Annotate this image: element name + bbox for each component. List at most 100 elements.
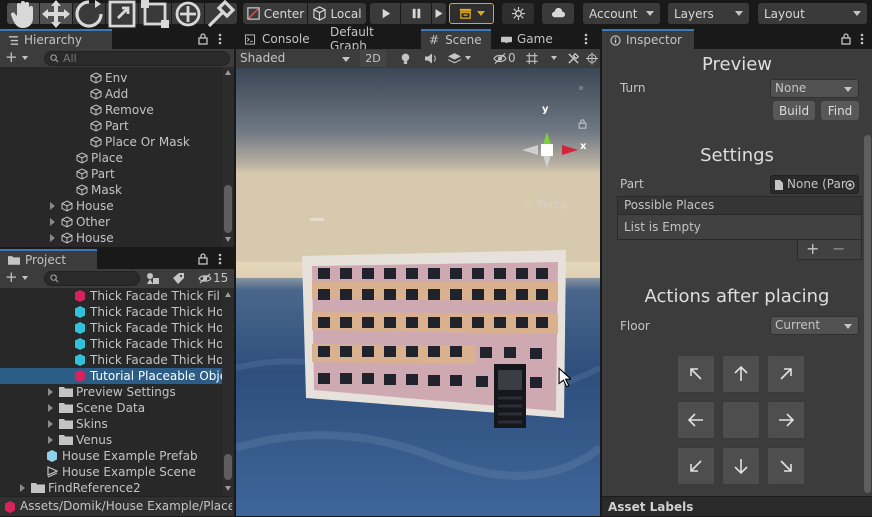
project-item[interactable]: Thick Facade Thick Ho: [74, 304, 222, 320]
tree-item[interactable]: Other: [50, 214, 110, 230]
tree-item[interactable]: Mask: [76, 182, 122, 198]
expand-arrow-icon[interactable]: [48, 420, 53, 428]
lock-icon[interactable]: [841, 33, 851, 45]
build-button[interactable]: Build: [773, 101, 815, 120]
expand-arrow-icon[interactable]: [50, 202, 55, 210]
floor-dropdown[interactable]: Current: [770, 316, 859, 335]
move-left-button[interactable]: [677, 401, 715, 439]
project-item[interactable]: Thick Facade Thick Fil: [74, 288, 220, 304]
lock-icon[interactable]: [198, 33, 208, 45]
project-item[interactable]: Thick Facade Thick Ho: [74, 336, 222, 352]
tree-item[interactable]: Add: [90, 86, 128, 102]
custom-tool-icon[interactable]: [205, 0, 237, 27]
layers-dropdown[interactable]: Layers: [668, 3, 749, 24]
asset-labels-bar[interactable]: Asset Labels: [602, 496, 872, 516]
move-down-button[interactable]: [722, 447, 760, 485]
project-folder[interactable]: FindReference2: [20, 480, 141, 496]
tree-item[interactable]: House: [50, 198, 114, 214]
inspector-scrollbar[interactable]: [862, 69, 872, 494]
remove-element-button[interactable]: −: [832, 240, 845, 258]
hidden-objects-icon[interactable]: [493, 52, 507, 65]
more-menu-icon[interactable]: [584, 33, 588, 45]
part-object-field[interactable]: None (Par: [770, 175, 859, 194]
move-down-left-button[interactable]: [677, 447, 715, 485]
move-down-right-button[interactable]: [767, 447, 805, 485]
move-up-right-button[interactable]: [767, 355, 805, 393]
add-element-button[interactable]: +: [806, 240, 819, 258]
cloud-button[interactable]: [542, 3, 574, 24]
project-item[interactable]: Thick Facade Thick Ho: [74, 352, 222, 368]
chevron-down-icon[interactable]: [465, 56, 471, 60]
lock-icon[interactable]: [198, 253, 208, 265]
pivot-local-button[interactable]: Local: [308, 3, 366, 24]
turn-dropdown[interactable]: None: [770, 79, 859, 98]
rotate-tool-icon[interactable]: [73, 0, 105, 28]
find-button[interactable]: Find: [821, 101, 859, 120]
project-scrollbar[interactable]: [222, 288, 234, 496]
tab-hierarchy[interactable]: Hierarchy: [0, 29, 112, 49]
project-item[interactable]: Thick Facade Thick Ho: [74, 320, 222, 336]
layout-dropdown[interactable]: Layout: [758, 3, 867, 24]
effects-icon[interactable]: [447, 52, 462, 65]
scroll-thumb[interactable]: [224, 185, 232, 233]
center-button[interactable]: [722, 401, 760, 439]
move-up-left-button[interactable]: [677, 355, 715, 393]
filter-by-label-icon[interactable]: [172, 272, 185, 285]
rect-tool-icon[interactable]: [139, 0, 171, 28]
project-folder[interactable]: Preview Settings: [48, 384, 176, 400]
expand-arrow-icon[interactable]: [50, 234, 55, 242]
project-folder[interactable]: Scene Data: [48, 400, 145, 416]
more-menu-icon[interactable]: [860, 33, 864, 45]
project-folder[interactable]: Venus: [48, 432, 112, 448]
tab-inspector[interactable]: Inspector: [602, 29, 694, 49]
tree-item[interactable]: Place Or Mask: [90, 134, 190, 150]
project-item[interactable]: House Example Prefab: [46, 448, 198, 464]
tree-item[interactable]: Part: [90, 118, 129, 134]
gizmo-lock-icon[interactable]: [578, 119, 587, 129]
hand-tool-icon[interactable]: [7, 0, 39, 28]
transform-tool-icon[interactable]: [172, 1, 204, 26]
project-search-input[interactable]: [44, 271, 140, 286]
audio-icon[interactable]: [424, 52, 438, 65]
tree-item[interactable]: Remove: [90, 102, 154, 118]
tree-item[interactable]: House: [50, 230, 114, 246]
scroll-down-icon[interactable]: [225, 237, 231, 242]
tree-item[interactable]: Part: [76, 166, 115, 182]
pivot-center-button[interactable]: Center: [243, 3, 307, 24]
tab-project[interactable]: Project: [0, 249, 97, 269]
hidden-packages-icon[interactable]: [198, 273, 212, 284]
hierarchy-search-input[interactable]: All: [44, 51, 230, 66]
hierarchy-scrollbar[interactable]: [222, 67, 234, 247]
scroll-up-icon[interactable]: [225, 70, 231, 75]
scale-tool-icon[interactable]: [106, 0, 138, 27]
move-tool-icon[interactable]: [40, 0, 72, 28]
scroll-thumb[interactable]: [864, 135, 871, 493]
project-item-selected[interactable]: Tutorial Placeable Obje: [74, 368, 222, 384]
move-right-button[interactable]: [767, 401, 805, 439]
tree-item[interactable]: Env: [90, 70, 127, 86]
expand-arrow-icon[interactable]: [48, 436, 53, 444]
grid-icon[interactable]: [525, 52, 539, 65]
scene-viewport[interactable]: y x < Persp: [236, 68, 600, 516]
account-dropdown[interactable]: Account: [583, 3, 660, 24]
shading-mode-dropdown[interactable]: Shaded: [238, 50, 354, 67]
create-asset-button[interactable]: +: [5, 270, 35, 286]
expand-arrow-icon[interactable]: [48, 404, 53, 412]
expand-arrow-icon[interactable]: [20, 484, 25, 492]
create-button[interactable]: +: [5, 50, 35, 66]
pause-button[interactable]: [401, 3, 431, 24]
more-menu-icon[interactable]: [218, 253, 222, 265]
collab-button[interactable]: [449, 3, 494, 24]
tab-game[interactable]: Game: [492, 29, 568, 49]
expand-arrow-icon[interactable]: [48, 388, 53, 396]
tools-icon[interactable]: [567, 52, 580, 65]
chevron-down-icon[interactable]: [551, 56, 557, 60]
lighting-icon[interactable]: [399, 52, 412, 65]
play-button[interactable]: [370, 3, 400, 24]
toggle-2d-button[interactable]: 2D: [360, 50, 386, 67]
project-item[interactable]: House Example Scene: [46, 464, 196, 480]
tab-scene[interactable]: # Scene: [421, 29, 491, 49]
gizmos-icon[interactable]: [586, 52, 598, 65]
object-picker-icon[interactable]: [845, 180, 855, 190]
expand-arrow-icon[interactable]: [50, 218, 55, 226]
